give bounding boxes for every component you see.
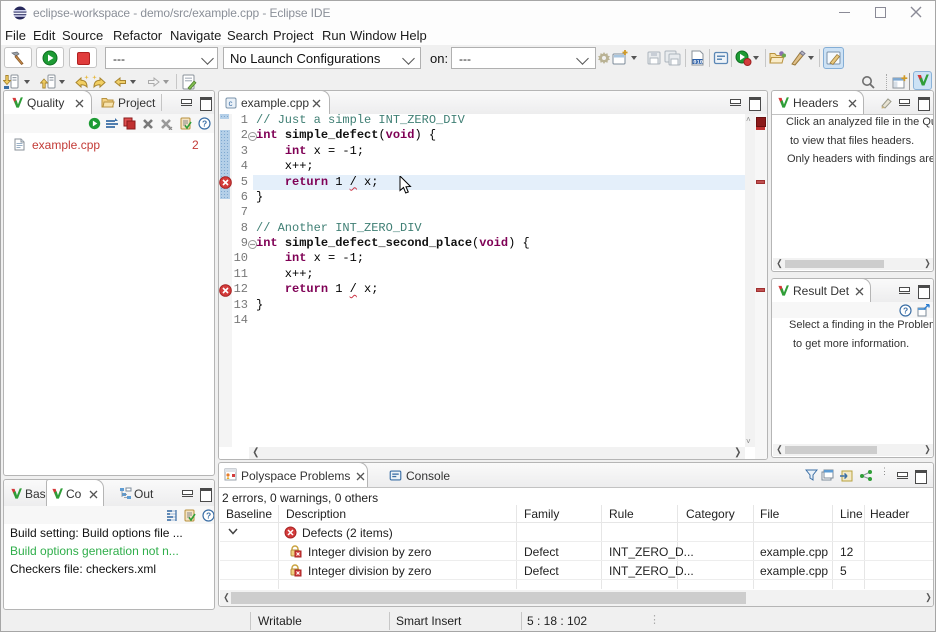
- svg-text:?: ?: [202, 119, 207, 129]
- svg-text:c: c: [229, 99, 233, 108]
- svg-text:010: 010: [693, 58, 703, 65]
- svg-text:?: ?: [206, 511, 211, 521]
- svg-text:?: ?: [903, 306, 908, 316]
